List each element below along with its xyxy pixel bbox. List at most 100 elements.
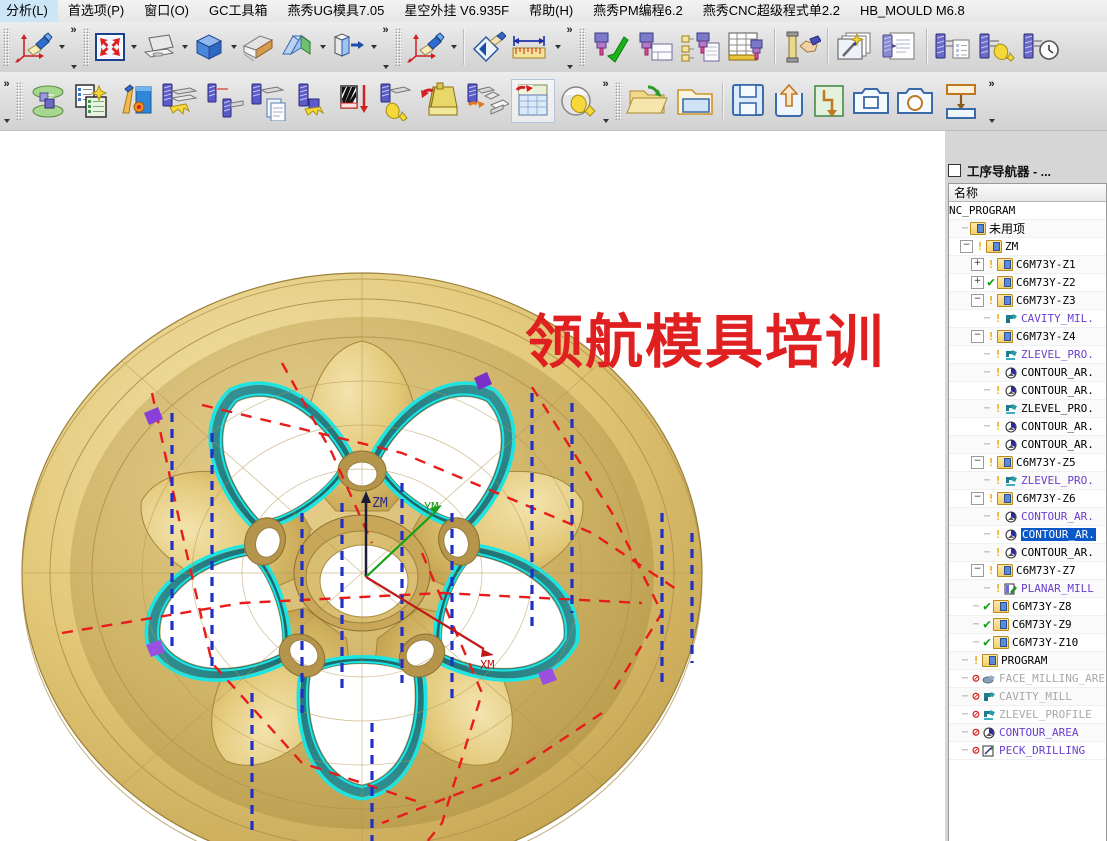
toolbar-overflow-6[interactable]: »	[985, 76, 998, 127]
collapse-icon[interactable]: −	[971, 456, 984, 469]
tree-row[interactable]: ⋯ ⊘ PECK_DRILLING	[949, 742, 1106, 760]
screenshot-frame-icon[interactable]	[849, 79, 893, 123]
tool-library-icon[interactable]	[293, 79, 335, 123]
tree-row[interactable]: ⋯ ⊘ CONTOUR_AREA	[949, 724, 1106, 742]
operation-navigator-icon[interactable]	[678, 25, 724, 69]
tree-row[interactable]: ⋯ ✔ C6M73Y-Z10	[949, 634, 1106, 652]
csys-paint-icon[interactable]	[12, 25, 56, 69]
global-settings-icon[interactable]	[555, 79, 599, 123]
wcs-orient-icon[interactable]	[404, 25, 448, 69]
toolbar-grip[interactable]	[16, 82, 23, 120]
collapse-icon[interactable]: −	[971, 330, 984, 343]
graphics-viewport[interactable]: ZM YM XM 领航模具培训	[0, 131, 945, 841]
menu-item-0[interactable]: 分析(L)	[0, 0, 58, 22]
toolbar-overflow-1[interactable]: »	[67, 22, 80, 73]
camera-icon[interactable]	[893, 79, 937, 123]
tree-row[interactable]: −! ZM	[949, 238, 1106, 256]
menu-item-4[interactable]: 燕秀UG模具7.05	[278, 0, 395, 22]
fit-view-dropdown[interactable]	[128, 25, 139, 69]
shaded-view-icon[interactable]	[139, 25, 179, 69]
menu-item-5[interactable]: 星空外挂 V6.935F	[394, 0, 519, 22]
tree-row[interactable]: ⋯! CAVITY_MIL.	[949, 310, 1106, 328]
toolbar-grip[interactable]	[3, 28, 10, 66]
tree-row[interactable]: −! C6M73Y-Z3	[949, 292, 1106, 310]
save-icon[interactable]	[727, 79, 769, 123]
layer-settings-icon[interactable]	[468, 25, 508, 69]
tree-row[interactable]: +! C6M73Y-Z1	[949, 256, 1106, 274]
measure-dropdown[interactable]	[552, 25, 563, 69]
clip-section-icon[interactable]	[239, 25, 277, 69]
transfer-tool-icon[interactable]	[463, 79, 511, 123]
tool-list-icon[interactable]	[931, 25, 975, 69]
toolbar-grip[interactable]	[395, 28, 402, 66]
tree-row[interactable]: ⋯ ⊘ ZLEVEL_PROFILE	[949, 706, 1106, 724]
copy-operation-icon[interactable]	[247, 79, 293, 123]
toolbar-grip[interactable]	[615, 82, 622, 120]
sheet-body-icon[interactable]	[277, 25, 317, 69]
sheet-body-dropdown[interactable]	[317, 25, 328, 69]
create-method-icon[interactable]	[157, 79, 203, 123]
tree-row[interactable]: + ✔ C6M73Y-Z2	[949, 274, 1106, 292]
tree-row[interactable]: ⋯! ZLEVEL_PRO.	[949, 400, 1106, 418]
expand-icon[interactable]: +	[971, 276, 984, 289]
tree-row[interactable]: ⋯! CONTOUR_AR.	[949, 382, 1106, 400]
solid-cube-dropdown[interactable]	[228, 25, 239, 69]
extrude-dropdown[interactable]	[368, 25, 379, 69]
new-folder-icon[interactable]	[672, 79, 718, 123]
import-down-icon[interactable]	[809, 79, 849, 123]
tree-row[interactable]: ⋯! CONTOUR_AR.	[949, 436, 1106, 454]
align-bottom-icon[interactable]	[937, 79, 985, 123]
tool-time-icon[interactable]	[1019, 25, 1061, 69]
tree-row[interactable]: ⋯! CONTOUR_AR.	[949, 544, 1106, 562]
tree-row[interactable]: ⋯! ZLEVEL_PRO.	[949, 346, 1106, 364]
tree-row[interactable]: −! C6M73Y-Z6	[949, 490, 1106, 508]
simulate-verify-icon[interactable]	[779, 25, 823, 69]
tree-row[interactable]: ⋯ ✔ C6M73Y-Z9	[949, 616, 1106, 634]
cut-levels-icon[interactable]	[335, 79, 375, 123]
fit-view-icon[interactable]	[92, 25, 128, 69]
generate-toolpath-icon[interactable]	[588, 25, 634, 69]
toolbar-overflow-3[interactable]: »	[563, 22, 576, 73]
column-header-name[interactable]: 名称	[949, 184, 1106, 202]
expand-icon[interactable]: +	[971, 258, 984, 271]
tree-row[interactable]: ⋯! CONTOUR_AR.	[949, 418, 1106, 436]
tree-row[interactable]: ⋯! CONTOUR_AR.	[949, 364, 1106, 382]
tree-row[interactable]: ⋯ ⊘ CAVITY_MILL	[949, 688, 1106, 706]
menu-item-9[interactable]: HB_MOULD M6.8	[850, 0, 975, 22]
tool-settings-icon[interactable]	[975, 25, 1019, 69]
tree-row[interactable]: −! C6M73Y-Z4	[949, 328, 1106, 346]
toolbar-overflow-4[interactable]: »	[0, 76, 13, 127]
menu-item-1[interactable]: 首选项(P)	[58, 0, 134, 22]
solid-cube-icon[interactable]	[190, 25, 228, 69]
measure-distance-icon[interactable]	[508, 25, 552, 69]
tree-row[interactable]: −! C6M73Y-Z5	[949, 454, 1106, 472]
shaded-view-dropdown[interactable]	[179, 25, 190, 69]
wcs-orient-dropdown[interactable]	[448, 25, 459, 69]
spreadsheet-output-icon[interactable]	[511, 79, 555, 123]
operation-tree[interactable]: NC_PROGRAM ⋯ 未用项 −! ZM +! C6M73Y-Z1 + ✔ C6M73Y-Z2…	[949, 202, 1106, 841]
geometry-view-icon[interactable]	[25, 79, 71, 123]
collapse-icon[interactable]: −	[971, 294, 984, 307]
tree-row[interactable]: ⋯! CONTOUR_AR.	[949, 526, 1106, 544]
tree-row[interactable]: NC_PROGRAM	[949, 202, 1106, 220]
tree-row[interactable]: ⋯! PROGRAM	[949, 652, 1106, 670]
toolbar-grip[interactable]	[579, 28, 586, 66]
dock-pin-icon[interactable]	[948, 163, 961, 177]
toolbar-overflow-5[interactable]: »	[599, 76, 612, 127]
machine-post-icon[interactable]	[417, 79, 463, 123]
tree-row[interactable]: ⋯! PLANAR_MILL	[949, 580, 1106, 598]
csys-paint-dropdown[interactable]	[56, 25, 67, 69]
create-tool-icon[interactable]	[115, 79, 157, 123]
collapse-icon[interactable]: −	[971, 492, 984, 505]
menu-item-7[interactable]: 燕秀PM编程6.2	[583, 0, 693, 22]
open-folder-icon[interactable]	[624, 79, 672, 123]
create-program-group-icon[interactable]	[71, 79, 115, 123]
tree-row[interactable]: −! C6M73Y-Z7	[949, 562, 1106, 580]
post-process-wizard-icon[interactable]	[832, 25, 878, 69]
tree-row[interactable]: ⋯ 未用项	[949, 220, 1106, 238]
dock-title-bar[interactable]: 工序导航器 - ...	[948, 160, 1105, 180]
collapse-icon[interactable]: −	[971, 564, 984, 577]
create-operation-icon[interactable]	[634, 25, 678, 69]
export-up-icon[interactable]	[769, 79, 809, 123]
shop-documentation-icon[interactable]	[878, 25, 922, 69]
